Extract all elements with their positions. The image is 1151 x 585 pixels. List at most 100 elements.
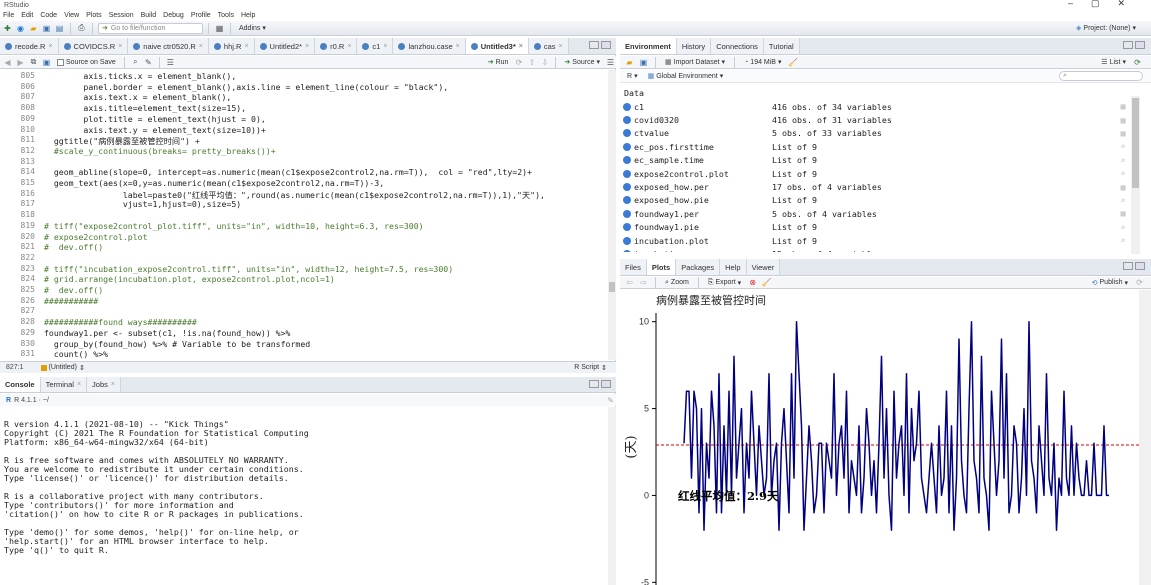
close-tab-icon[interactable]: ×: [305, 43, 309, 50]
env-row[interactable]: foundway1.per 5 obs. of 4 variables ▦: [620, 207, 1131, 220]
close-tab-icon[interactable]: ×: [111, 381, 115, 388]
tab-plots[interactable]: Plots: [646, 259, 677, 275]
plots-scrollbar[interactable]: [1139, 290, 1151, 585]
expand-icon[interactable]: [623, 102, 631, 111]
zoom-button[interactable]: ⌕ Zoom: [662, 277, 692, 288]
close-tab-icon[interactable]: ×: [118, 43, 122, 50]
close-tab-icon[interactable]: ×: [383, 43, 387, 50]
console-output[interactable]: R version 4.1.1 (2021-08-10) -- "Kick Th…: [0, 407, 608, 585]
clear-plots-icon[interactable]: 🧹: [761, 277, 772, 288]
menu-edit[interactable]: Edit: [21, 12, 33, 19]
env-row[interactable]: ctvalue 5 obs. of 33 variables ▦: [620, 127, 1131, 140]
clear-console-icon[interactable]: ✎: [605, 395, 616, 406]
save-workspace-icon[interactable]: ▣: [638, 57, 649, 68]
tab-history[interactable]: History: [676, 38, 712, 54]
tab-viewer[interactable]: Viewer: [746, 259, 781, 275]
save-file-icon[interactable]: ▣: [41, 57, 52, 68]
env-row[interactable]: incubation.plot List of 9 ⌕: [620, 234, 1131, 247]
import-dataset-button[interactable]: ▦ Import Dataset ▾: [662, 56, 728, 68]
tab-covidcs-r[interactable]: COVIDCS.R ×: [58, 38, 129, 54]
load-workspace-icon[interactable]: ▰: [624, 57, 635, 68]
save-icon[interactable]: ▣: [41, 23, 52, 34]
expand-icon[interactable]: [623, 116, 631, 125]
global-env-menu[interactable]: ▦ Global Environment ▾: [645, 70, 727, 82]
expand-icon[interactable]: [623, 183, 631, 192]
up-icon[interactable]: ⇧: [526, 57, 537, 68]
expand-icon[interactable]: [623, 169, 631, 178]
window-controls[interactable]: –▢✕: [1068, 0, 1143, 9]
expand-icon[interactable]: [623, 250, 631, 252]
env-row[interactable]: foundway1.pie List of 9 ⌕: [620, 221, 1131, 234]
save-all-icon[interactable]: ▤: [54, 23, 65, 34]
env-pane-controls[interactable]: [1123, 41, 1145, 49]
wand-icon[interactable]: ✎: [143, 57, 154, 68]
menu-tools[interactable]: Tools: [218, 12, 234, 19]
refresh-plot-icon[interactable]: ⟳: [1134, 277, 1145, 288]
tab-packages[interactable]: Packages: [676, 259, 721, 275]
tab-cas[interactable]: cas ×: [528, 38, 569, 54]
plots-pane-controls[interactable]: [1123, 262, 1145, 270]
tab-environment[interactable]: Environment: [620, 38, 677, 54]
expand-icon[interactable]: [623, 196, 631, 205]
menu-file[interactable]: File: [3, 12, 14, 19]
language-menu[interactable]: R ▾: [624, 70, 641, 82]
tab-naive-ctr0520-r[interactable]: naive ctr0520.R ×: [128, 38, 209, 54]
run-button[interactable]: ➔ Run: [485, 56, 512, 68]
grid-view-icon[interactable]: ▦: [1115, 183, 1131, 192]
env-row[interactable]: expose2control.plot List of 9 ⌕: [620, 167, 1131, 180]
tab-tutorial[interactable]: Tutorial: [763, 38, 800, 54]
tab-recode-r[interactable]: recode.R ×: [0, 38, 59, 54]
env-row[interactable]: covid0320 416 obs. of 31 variables ▦: [620, 113, 1131, 126]
broom-icon[interactable]: 🧹: [788, 57, 799, 68]
console-scrollbar[interactable]: [608, 407, 616, 585]
grid-view-icon[interactable]: ▦: [1115, 102, 1131, 111]
tab-lanzhou-case[interactable]: lanzhou.case ×: [393, 38, 466, 54]
env-row[interactable]: exposed_how.pie List of 9 ⌕: [620, 194, 1131, 207]
tab-c1[interactable]: c1 ×: [357, 38, 394, 54]
console-pane-controls[interactable]: [589, 380, 611, 388]
menu-debug[interactable]: Debug: [163, 12, 184, 19]
export-button[interactable]: ⎘ Export ▾: [705, 277, 744, 288]
expand-icon[interactable]: [623, 129, 631, 138]
source-on-save-checkbox[interactable]: Source on Save: [54, 56, 119, 68]
project-menu[interactable]: ◈ Project: (None) ▾: [1073, 22, 1139, 34]
magnify-icon[interactable]: ⌕: [1115, 169, 1131, 178]
close-tab-icon[interactable]: ×: [77, 381, 81, 388]
down-icon[interactable]: ⇩: [539, 57, 550, 68]
tab-untitled3[interactable]: Untitled3* ×: [465, 38, 529, 54]
tab-untitled2[interactable]: Untitled2* ×: [254, 38, 316, 54]
expand-icon[interactable]: [623, 156, 631, 165]
menu-session[interactable]: Session: [109, 12, 134, 19]
close-tab-icon[interactable]: ×: [244, 43, 248, 50]
magnify-icon[interactable]: ⌕: [1115, 196, 1131, 205]
close-tab-icon[interactable]: ×: [519, 43, 523, 50]
pane-controls[interactable]: [589, 41, 611, 49]
print-icon[interactable]: ⎙: [76, 23, 87, 34]
grid-view-icon[interactable]: ▦: [1115, 209, 1131, 218]
env-scrollbar[interactable]: [1131, 96, 1140, 254]
expand-icon[interactable]: [623, 142, 631, 151]
grid-layout-icon[interactable]: ▦: [214, 23, 225, 34]
memory-usage[interactable]: ◔ 194 MiB ▾: [741, 56, 784, 68]
grid-view-icon[interactable]: ▦: [1115, 129, 1131, 138]
tab-hhj-r[interactable]: hhj.R ×: [208, 38, 255, 54]
expand-icon[interactable]: [623, 223, 631, 232]
tab-files[interactable]: Files: [620, 259, 647, 275]
editor-menu-icon[interactable]: ☰: [605, 57, 616, 68]
open-file-icon[interactable]: ▰: [28, 23, 39, 34]
editor-scrollbar[interactable]: [608, 70, 616, 360]
refresh-icon[interactable]: ⟳: [1132, 57, 1143, 68]
menu-help[interactable]: Help: [241, 12, 255, 19]
env-row[interactable]: exposed_how.per 17 obs. of 4 variables ▦: [620, 180, 1131, 193]
goto-file-input[interactable]: ➜ Go to file/function: [98, 22, 203, 34]
env-search-input[interactable]: ⌕: [1059, 71, 1143, 81]
menu-view[interactable]: View: [64, 12, 79, 19]
code-editor[interactable]: 805 axis.ticks.x = element_blank(), 806 p…: [0, 70, 608, 360]
addins-button[interactable]: Addins ▾: [236, 22, 269, 34]
tab-help[interactable]: Help: [720, 259, 747, 275]
rerun-icon[interactable]: ⟳: [513, 57, 524, 68]
env-row[interactable]: ec_sample.time List of 9 ⌕: [620, 154, 1131, 167]
close-tab-icon[interactable]: ×: [199, 43, 203, 50]
scope-menu[interactable]: (Untitled) ⇕: [38, 362, 88, 373]
menu-code[interactable]: Code: [40, 12, 57, 19]
